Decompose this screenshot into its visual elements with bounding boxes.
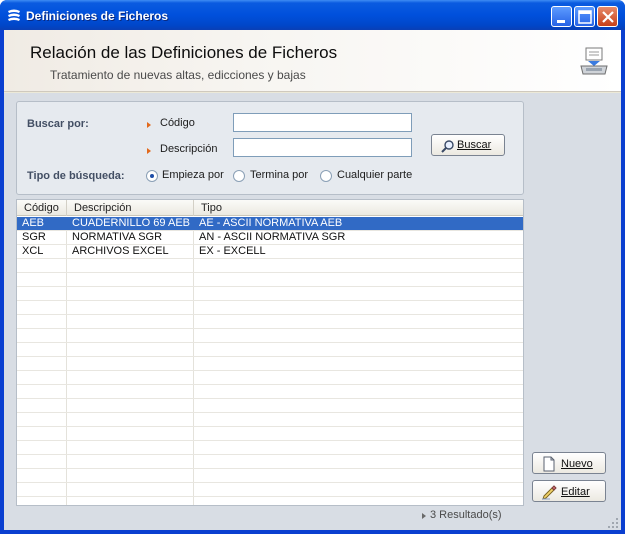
radio-empieza-por-label[interactable]: Empieza por bbox=[162, 169, 224, 181]
resize-grip-icon[interactable] bbox=[607, 517, 619, 529]
cell-descripcion: CUADERNILLO 69 AEB bbox=[72, 217, 190, 229]
field-marker-icon bbox=[147, 148, 151, 154]
descripcion-input[interactable] bbox=[233, 138, 412, 157]
search-panel: Buscar por: Código Descripción Buscar Ti… bbox=[16, 101, 524, 195]
radio-empieza-por[interactable] bbox=[146, 170, 158, 182]
page-subtitle: Tratamiento de nuevas altas, edicciones … bbox=[50, 68, 306, 82]
minimize-button[interactable] bbox=[551, 6, 572, 27]
close-icon bbox=[602, 11, 614, 23]
cell-codigo: AEB bbox=[22, 217, 45, 229]
empty-table-row bbox=[17, 315, 523, 329]
window-client-area: Relación de las Definiciones de Ficheros… bbox=[4, 30, 621, 530]
maximize-icon bbox=[578, 10, 592, 24]
cell-tipo: EX - EXCELL bbox=[199, 245, 266, 257]
edit-pencil-icon bbox=[542, 485, 557, 500]
radio-cualquier-parte-label[interactable]: Cualquier parte bbox=[337, 169, 412, 181]
empty-table-row bbox=[17, 343, 523, 357]
page-title: Relación de las Definiciones de Ficheros bbox=[30, 43, 338, 62]
table-row[interactable]: SGR NORMATIVA SGR AN - ASCII NORMATIVA S… bbox=[17, 231, 523, 245]
empty-table-row bbox=[17, 469, 523, 483]
app-window: Definiciones de Ficheros Relación de las… bbox=[0, 0, 625, 534]
close-button[interactable] bbox=[597, 6, 618, 27]
empty-table-row bbox=[17, 497, 523, 505]
empty-table-row bbox=[17, 301, 523, 315]
cell-codigo: XCL bbox=[22, 245, 44, 257]
empty-table-row bbox=[17, 483, 523, 497]
editar-button-label: Editar bbox=[561, 486, 590, 498]
content-area: Buscar por: Código Descripción Buscar Ti… bbox=[4, 93, 621, 530]
descripcion-label: Descripción bbox=[160, 143, 218, 155]
minimize-icon bbox=[557, 20, 565, 23]
results-count: 3 Resultado(s) bbox=[430, 509, 502, 521]
cell-codigo: SGR bbox=[22, 231, 46, 243]
radio-termina-por[interactable] bbox=[233, 170, 245, 182]
field-marker-icon bbox=[147, 122, 151, 128]
empty-table-row bbox=[17, 399, 523, 413]
table-row[interactable]: AEB CUADERNILLO 69 AEB AE - ASCII NORMAT… bbox=[17, 217, 523, 231]
empty-table-row bbox=[17, 357, 523, 371]
search-icon bbox=[441, 140, 454, 153]
column-header-tipo[interactable]: Tipo bbox=[194, 200, 523, 216]
empty-table-row bbox=[17, 371, 523, 385]
search-by-label: Buscar por: bbox=[27, 118, 89, 130]
new-document-icon bbox=[543, 456, 555, 472]
table-row[interactable]: XCL ARCHIVOS EXCEL EX - EXCELL bbox=[17, 245, 523, 259]
page-header: Relación de las Definiciones de Ficheros… bbox=[4, 30, 621, 92]
empty-table-row bbox=[17, 259, 523, 273]
search-type-label: Tipo de búsqueda: bbox=[27, 170, 125, 182]
empty-table-row bbox=[17, 427, 523, 441]
column-header-descripcion[interactable]: Descripción bbox=[67, 200, 194, 216]
app-logo-icon bbox=[8, 9, 20, 21]
nuevo-button[interactable]: Nuevo bbox=[532, 452, 606, 474]
empty-table-row bbox=[17, 273, 523, 287]
empty-table-row bbox=[17, 413, 523, 427]
nuevo-button-label: Nuevo bbox=[561, 458, 593, 470]
grid-header: Código Descripción Tipo bbox=[17, 200, 523, 216]
codigo-label: Código bbox=[160, 117, 195, 129]
empty-table-row bbox=[17, 441, 523, 455]
download-tray-icon bbox=[580, 47, 608, 75]
status-arrow-icon bbox=[422, 513, 426, 519]
cell-descripcion: ARCHIVOS EXCEL bbox=[72, 245, 169, 257]
radio-termina-por-label[interactable]: Termina por bbox=[250, 169, 308, 181]
buscar-button[interactable]: Buscar bbox=[431, 134, 505, 156]
window-title: Definiciones de Ficheros bbox=[26, 9, 169, 23]
empty-table-row bbox=[17, 385, 523, 399]
codigo-input[interactable] bbox=[233, 113, 412, 132]
column-header-codigo[interactable]: Código bbox=[17, 200, 67, 216]
cell-tipo: AE - ASCII NORMATIVA AEB bbox=[199, 217, 343, 229]
empty-table-row bbox=[17, 455, 523, 469]
cell-descripcion: NORMATIVA SGR bbox=[72, 231, 163, 243]
results-grid[interactable]: Código Descripción Tipo AEB CUADERNILLO … bbox=[16, 199, 524, 506]
empty-table-row bbox=[17, 287, 523, 301]
maximize-button[interactable] bbox=[574, 6, 595, 27]
editar-button[interactable]: Editar bbox=[532, 480, 606, 502]
cell-tipo: AN - ASCII NORMATIVA SGR bbox=[199, 231, 346, 243]
buscar-button-label: Buscar bbox=[457, 139, 492, 151]
title-bar[interactable]: Definiciones de Ficheros bbox=[0, 0, 625, 30]
empty-table-row bbox=[17, 329, 523, 343]
radio-cualquier-parte[interactable] bbox=[320, 170, 332, 182]
